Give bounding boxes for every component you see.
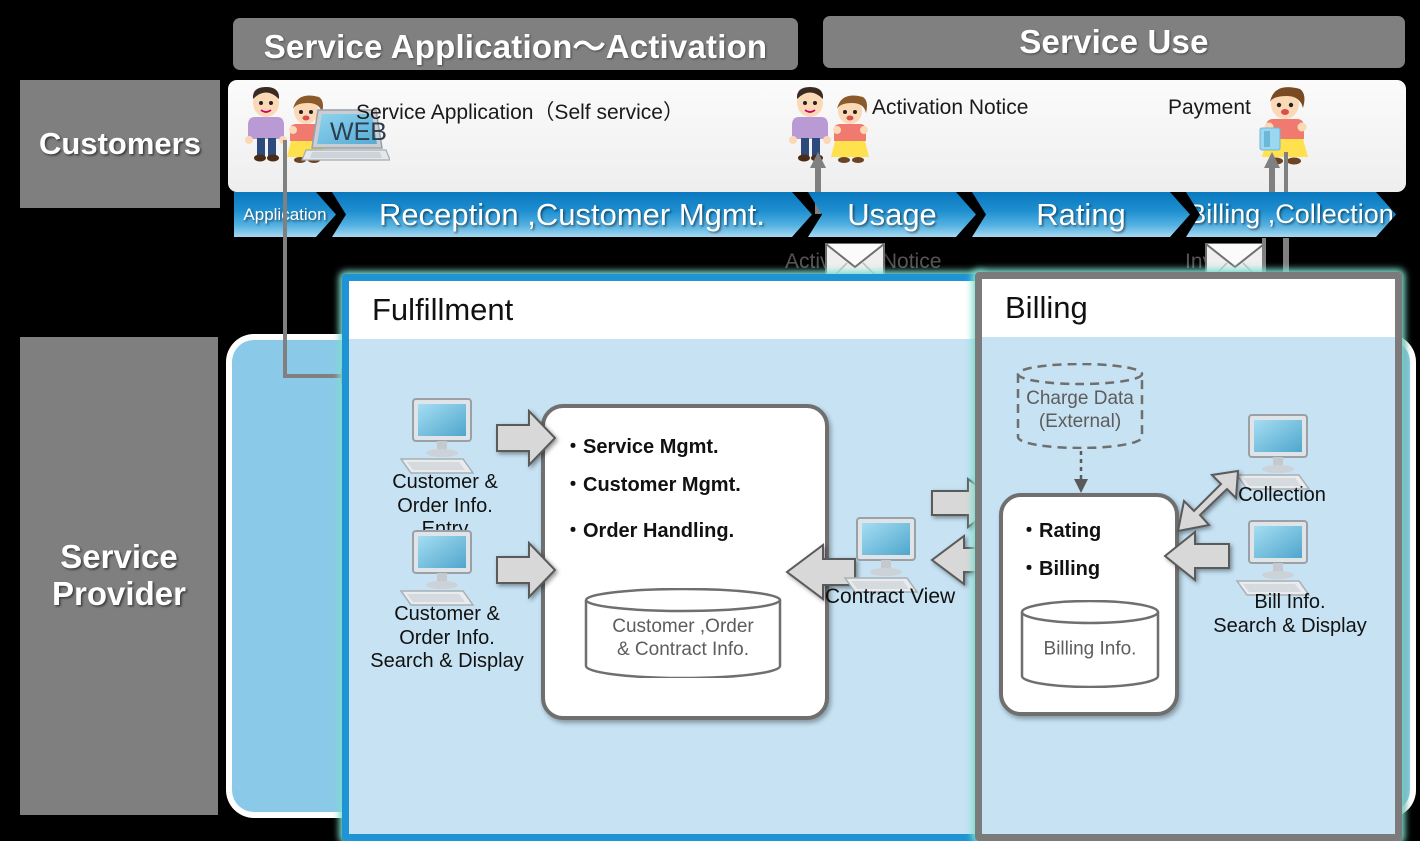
billing-collection-arrow — [1172, 465, 1244, 537]
billing-search-arrow — [1163, 530, 1231, 582]
chevron-usage: Usage — [808, 192, 976, 237]
chevron-reception-customer-mgmt: Reception ,Customer Mgmt. — [332, 192, 812, 237]
billing-datastore-label: Billing Info. — [1043, 638, 1137, 660]
role-label-service-provider-text: Service Provider — [52, 538, 186, 612]
fulfillment-function-service-mgmt: ・Service Mgmt. — [563, 436, 719, 458]
role-label-customers: Customers — [20, 80, 220, 208]
lane-label-service-application: Service Application（Self service） — [356, 101, 684, 124]
billing-function-rating: ・Rating — [1019, 520, 1102, 542]
billing-collection-workstation-icon — [1235, 414, 1311, 490]
fulfillment-entry-workstation-icon — [399, 398, 475, 474]
fulfillment-function-customer-mgmt: ・Customer Mgmt. — [563, 474, 741, 496]
billing-external-datastore-label: Charge Data (External) — [1026, 387, 1134, 432]
customer-couple-activation-icon — [789, 87, 869, 163]
lane-label-activation-notice: Activation Notice — [872, 96, 1029, 119]
phase-header-application-activation: Service Application～Activation — [233, 18, 798, 70]
billing-function-billing: ・Billing — [1019, 558, 1101, 580]
chevron-billing-collection: Billing ,Collection — [1186, 192, 1396, 237]
fulfillment-actor-search-label: Customer & Order Info. Search & Display — [370, 603, 524, 673]
billing-function-box: ・Rating ・Billing Billing Info. — [999, 493, 1179, 716]
lane-label-payment: Payment — [1168, 96, 1251, 119]
role-label-service-provider: Service Provider — [20, 337, 218, 815]
system-panel-billing: Billing Charge Data (External) ・Rating ・… — [975, 272, 1402, 841]
system-title-fulfillment: Fulfillment — [349, 281, 977, 339]
contract-view-label: Contract View — [824, 585, 956, 608]
chevron-rating: Rating — [972, 192, 1190, 237]
fulfillment-search-arrow — [495, 541, 557, 599]
fulfillment-search-workstation-icon — [399, 530, 475, 606]
charge-data-flow-arrow — [1074, 451, 1088, 493]
system-title-billing: Billing — [982, 279, 1395, 337]
billing-actor-search-label: Bill Info. Search & Display — [1213, 591, 1367, 637]
fulfillment-datastore: Customer ,Order & Contract Info. — [583, 588, 783, 678]
fulfillment-datastore-label: Customer ,Order & Contract Info. — [612, 615, 754, 660]
billing-datastore: Billing Info. — [1019, 600, 1161, 688]
fulfillment-entry-arrow — [495, 409, 557, 467]
billing-external-datastore: Charge Data (External) — [1015, 363, 1145, 449]
billing-search-workstation-icon — [1235, 520, 1311, 596]
phase-header-service-use: Service Use — [823, 16, 1405, 68]
fulfillment-function-order-handling: ・Order Handling. — [563, 520, 735, 542]
